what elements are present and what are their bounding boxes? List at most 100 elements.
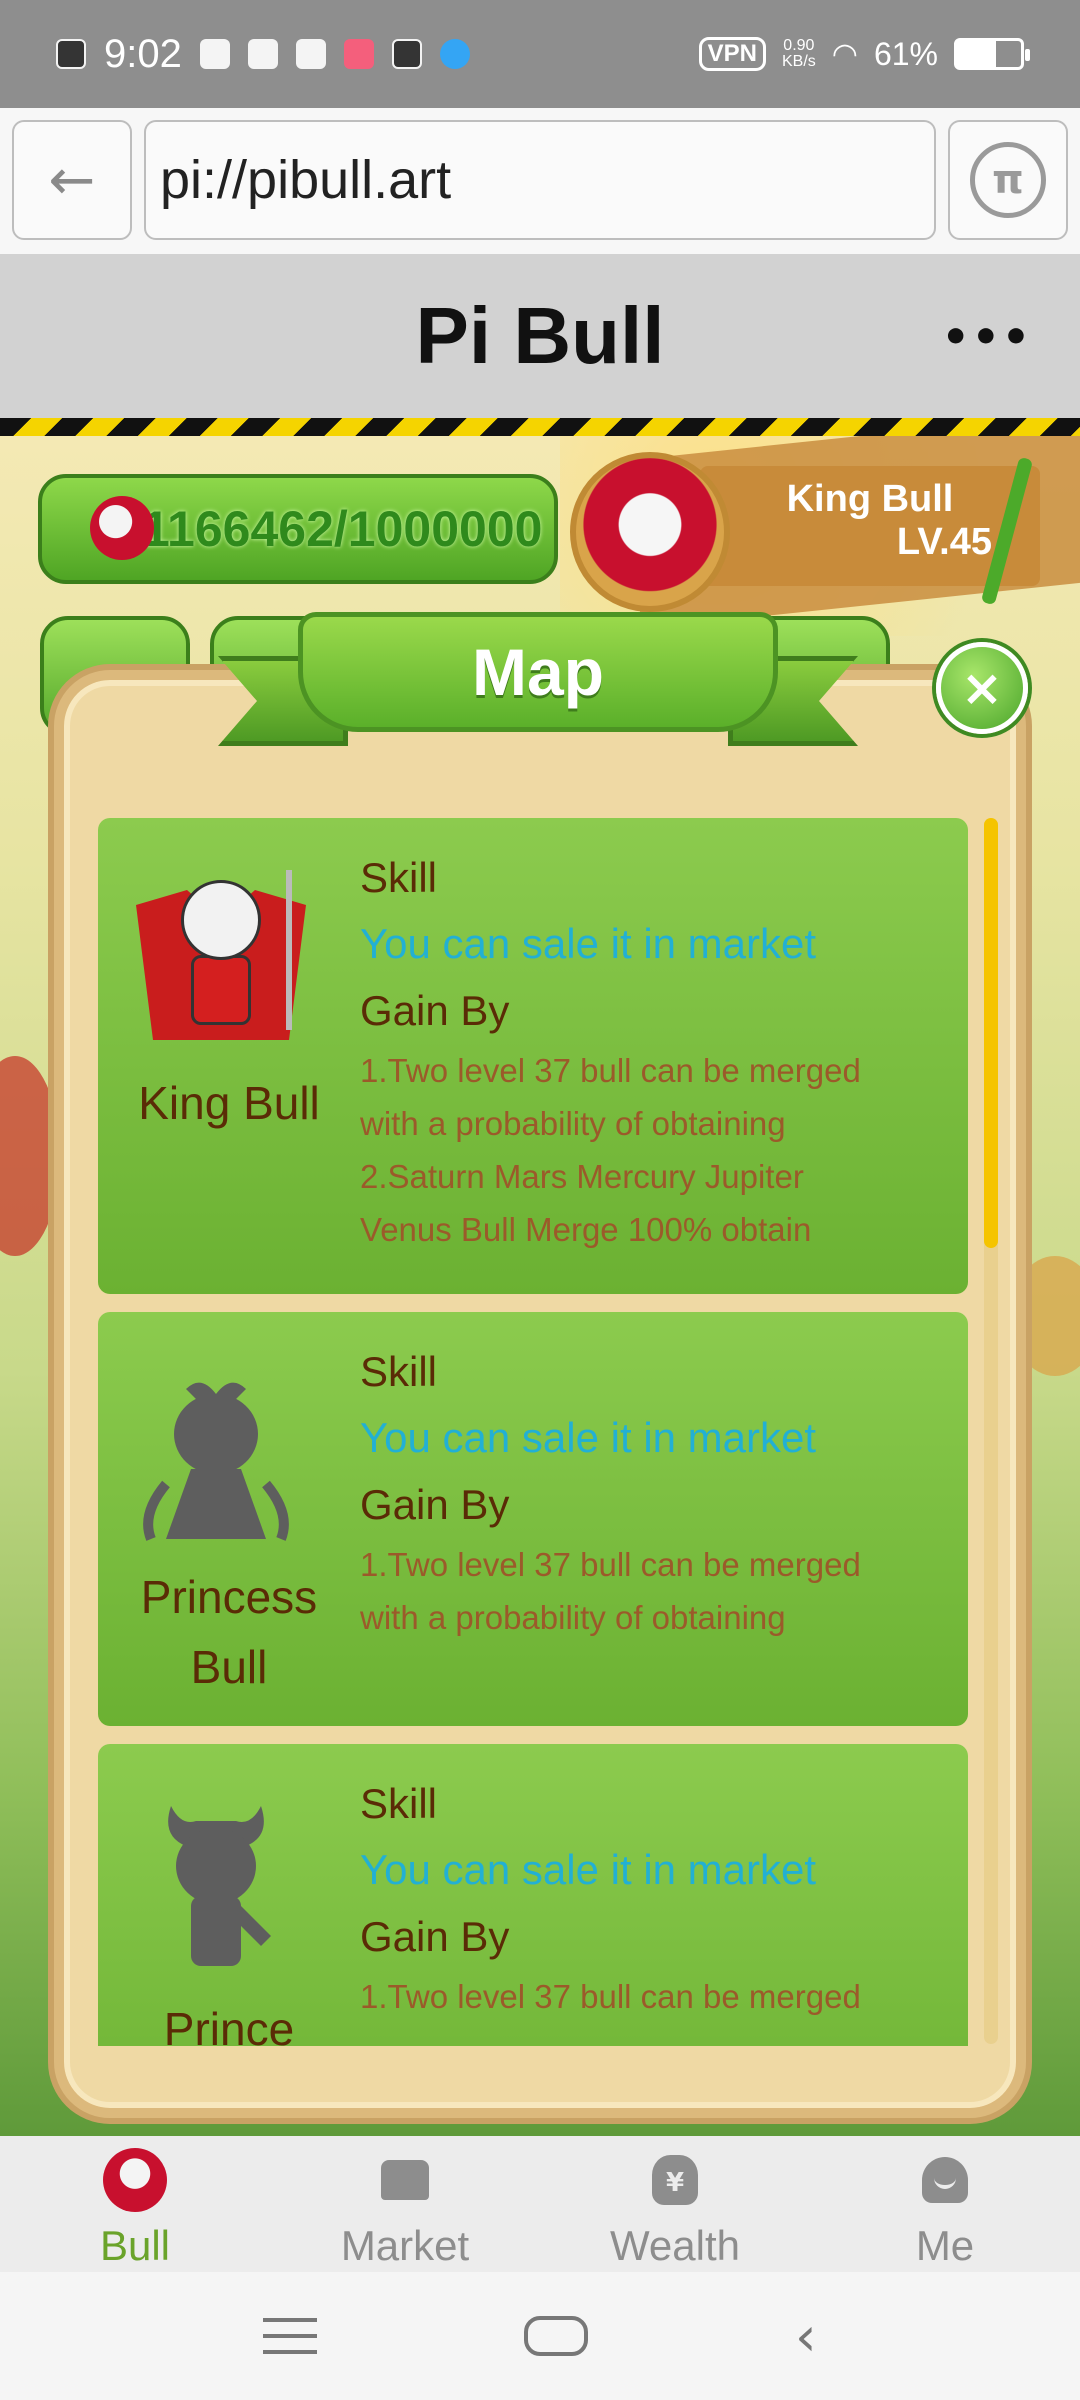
battery-icon — [954, 38, 1030, 70]
desc-line: 1.Two level 37 bull can be merged — [360, 1978, 861, 2015]
rank-avatar[interactable] — [570, 452, 730, 612]
shop-icon — [373, 2148, 437, 2212]
skill-label: Skill — [360, 1348, 438, 1395]
browser-back-button[interactable]: ← — [12, 120, 132, 240]
gain-label: Gain By — [360, 1913, 510, 1960]
bull-name: King Bull — [138, 1077, 320, 1129]
coin-counter-value: 1166462/1000000 — [142, 501, 543, 557]
market-text: You can sale it in market — [360, 920, 817, 967]
bull-icon-art — [103, 2148, 167, 2212]
shop-icon-art — [381, 2160, 429, 2200]
battery-percent: 61% — [873, 35, 938, 72]
rank-name: King Bull — [786, 478, 954, 520]
gain-label: Gain By — [360, 987, 510, 1034]
hazard-stripe — [0, 418, 1080, 436]
desc-line: 1.Two level 37 bull can be merged — [360, 1052, 861, 1089]
list-scrollbar[interactable] — [984, 818, 998, 2044]
url-bar[interactable]: pi://pibull.art — [144, 120, 936, 240]
network-speed-unit: KB/s — [781, 53, 816, 70]
qq-icon — [199, 39, 230, 69]
profile-icon-art — [922, 2157, 968, 2203]
bull-name-line-1: Princess — [140, 1571, 318, 1623]
skill-label: Skill — [360, 1780, 438, 1827]
pi-browser-button[interactable]: π — [948, 120, 1068, 240]
status-bar: 9:02 VPN 0.90 KB/s ◠ 61% — [0, 0, 1080, 108]
princess-silhouette-icon — [143, 1382, 289, 1541]
bull-info: Skill You can sale it in market Gain By … — [360, 846, 940, 1256]
bull-decoration — [0, 1056, 60, 1256]
rank-level: LV.45 — [896, 521, 992, 563]
bull-info: Skill You can sale it in market Gain By … — [360, 1772, 940, 2023]
pi-logo-icon: π — [970, 142, 1046, 218]
bull-name: Prince — [163, 2003, 295, 2046]
bull-card-princess[interactable]: Princess Bull Skill You can sale it in m… — [98, 1312, 968, 1726]
close-notification-icon — [56, 39, 86, 69]
battery-fill — [957, 41, 997, 67]
system-back-icon[interactable]: ‹ — [795, 2305, 817, 2368]
status-right: VPN 0.90 KB/s ◠ 61% — [698, 35, 1030, 73]
trident-icon — [286, 870, 292, 1030]
back-arrow-icon: ← — [48, 147, 96, 213]
vpn-badge: VPN — [698, 37, 766, 71]
coin-counter: 1166462/1000000 — [38, 474, 558, 584]
nav-item-me[interactable]: Me — [810, 2136, 1080, 2272]
wifi-icon: ◠ — [831, 37, 858, 71]
desc-line: with a probability of obtaining — [360, 1105, 786, 1142]
desc-line: Venus Bull Merge 100% obtain — [360, 1211, 812, 1248]
pi-symbol: π — [992, 157, 1024, 203]
home-icon[interactable] — [524, 2316, 589, 2356]
app-header: Pi Bull ••• — [0, 254, 1080, 418]
market-text: You can sale it in market — [360, 1414, 817, 1461]
play-icon — [295, 39, 326, 69]
bull-card-king[interactable]: King Bull Skill You can sale it in marke… — [98, 818, 968, 1294]
prince-bull-portrait — [126, 1776, 306, 1976]
bull-coin-icon — [90, 496, 154, 560]
bull-info: Skill You can sale it in market Gain By … — [360, 1340, 940, 1644]
bull-card-prince[interactable]: Prince Skill You can sale it in market G… — [98, 1744, 968, 2046]
king-bull-image — [126, 850, 306, 1050]
money-bag-icon: ¥ — [643, 2148, 707, 2212]
bull-icon — [103, 2148, 167, 2212]
prince-silhouette-icon — [168, 1806, 271, 1966]
status-left: 9:02 — [56, 32, 470, 77]
browser-bar: ← pi://pibull.art π — [0, 108, 1080, 254]
market-text: You can sale it in market — [360, 1846, 817, 1893]
mail-icon — [391, 39, 422, 69]
bell-icon — [247, 39, 278, 69]
nav-label: Me — [915, 2222, 975, 2269]
gain-label: Gain By — [360, 1481, 510, 1528]
browser-icon — [439, 39, 470, 69]
network-speed: 0.90 KB/s — [782, 38, 816, 70]
profile-icon — [913, 2148, 977, 2212]
nav-item-market[interactable]: Market — [270, 2136, 540, 2272]
more-options-button[interactable]: ••• — [942, 312, 1032, 363]
bull-name-line-2: Bull — [190, 1641, 268, 1693]
bottom-nav: Bull Market ¥ Wealth Me — [0, 2136, 1080, 2272]
page-title: Pi Bull — [415, 291, 665, 380]
network-speed-value: 0.90 — [783, 37, 815, 54]
money-bag-icon-art: ¥ — [652, 2155, 698, 2205]
skill-label: Skill — [360, 854, 438, 901]
url-text: pi://pibull.art — [160, 150, 452, 210]
bull-list[interactable]: King Bull Skill You can sale it in marke… — [98, 818, 970, 2046]
king-bull-head — [181, 880, 261, 960]
nav-item-wealth[interactable]: ¥ Wealth — [540, 2136, 810, 2272]
scrollbar-thumb[interactable] — [984, 818, 998, 1248]
close-button[interactable]: × — [936, 642, 1028, 734]
desc-line: with a probability of obtaining — [360, 1599, 786, 1636]
princess-bull-portrait — [126, 1344, 306, 1544]
modal-title: Map — [472, 635, 604, 709]
nav-label: Bull — [99, 2222, 171, 2269]
map-ribbon: Map — [218, 612, 858, 762]
king-bull-portrait — [126, 850, 306, 1050]
nav-label: Wealth — [610, 2222, 740, 2269]
nav-item-bull[interactable]: Bull — [0, 2136, 270, 2272]
nav-label: Market — [340, 2222, 470, 2269]
ribbon-center: Map — [298, 612, 778, 732]
desc-line: 2.Saturn Mars Mercury Jupiter — [360, 1158, 804, 1195]
status-time: 9:02 — [104, 31, 182, 76]
desc-line: 1.Two level 37 bull can be merged — [360, 1546, 861, 1583]
king-bull-body — [191, 955, 251, 1025]
menu-icon[interactable] — [263, 2318, 318, 2354]
close-icon: × — [961, 659, 1003, 717]
